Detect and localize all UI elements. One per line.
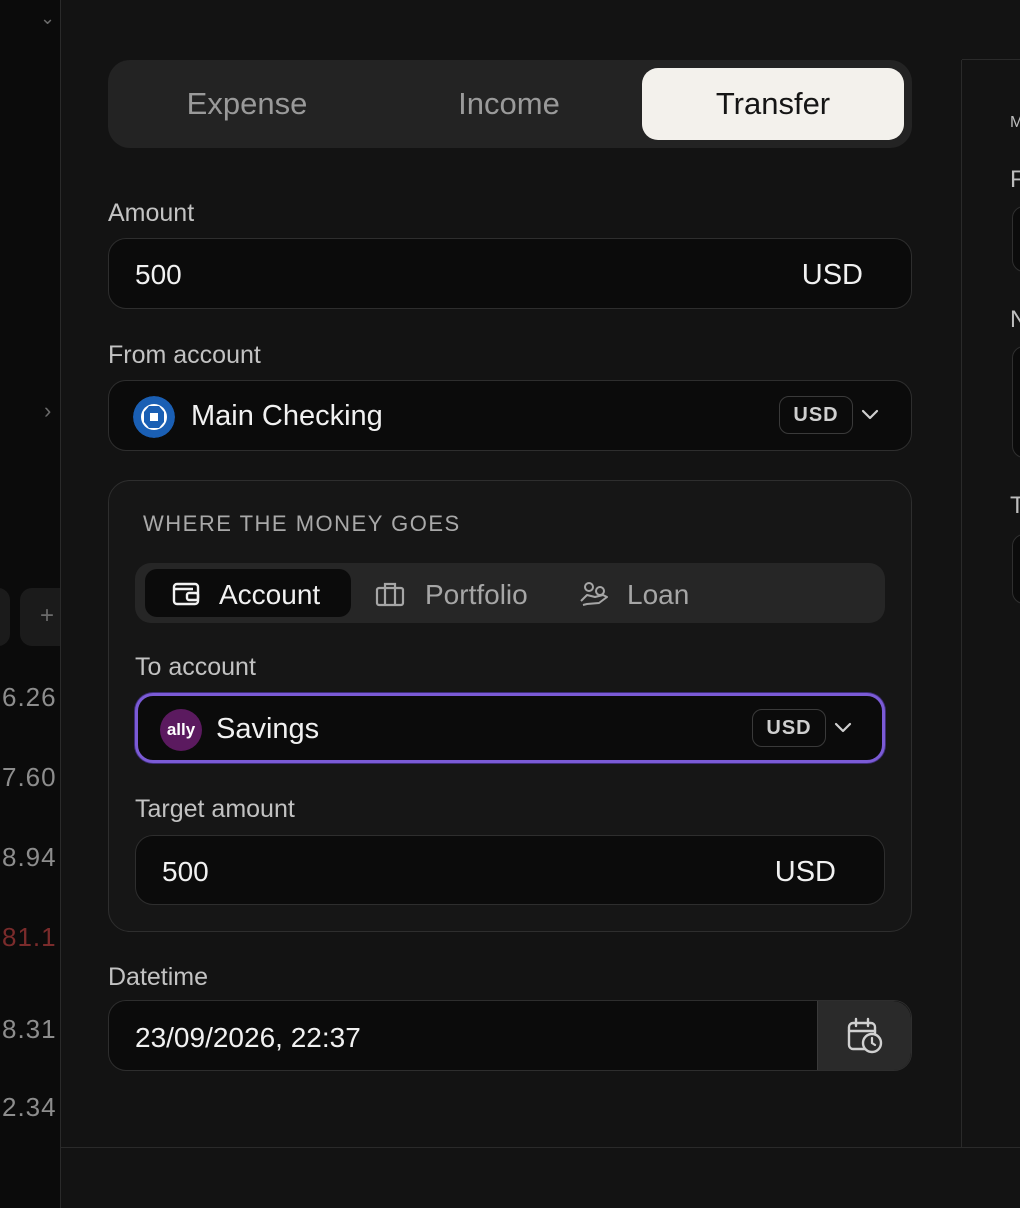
target-amount-currency: USD xyxy=(774,856,836,888)
target-amount-input[interactable]: 500 USD xyxy=(135,835,885,905)
to-account-name: Savings xyxy=(216,713,320,745)
tab-account[interactable]: Account xyxy=(145,569,351,617)
amount-currency: USD xyxy=(801,259,863,291)
datetime-value: 23/09/2026, 22:37 xyxy=(135,1022,361,1053)
amount-label: Amount xyxy=(108,199,195,227)
background-number: 8.94 xyxy=(2,842,57,872)
datetime-label: Datetime xyxy=(108,963,209,991)
tab-income[interactable]: Income xyxy=(378,68,640,140)
right-field[interactable] xyxy=(1012,346,1020,458)
destination-title: WHERE THE MONEY GOES xyxy=(143,511,461,536)
right-label: N xyxy=(1010,306,1020,333)
right-label: F xyxy=(1010,166,1020,193)
ally-bank-logo: ally xyxy=(160,709,202,751)
datetime-input[interactable]: 23/09/2026, 22:37 xyxy=(108,1000,912,1071)
tab-portfolio[interactable]: Portfolio xyxy=(361,569,557,617)
chevron-down-icon: ⌄ xyxy=(40,8,56,28)
amount-input[interactable]: 500 USD xyxy=(108,238,912,309)
to-account-select[interactable]: ally Savings USD xyxy=(135,693,885,763)
right-label: M xyxy=(1010,114,1020,131)
calendar-clock-icon xyxy=(847,1017,883,1054)
background-number: 7.60 xyxy=(2,762,57,792)
tab-account-label: Account xyxy=(219,579,321,610)
from-account-currency-badge: USD xyxy=(779,396,853,434)
transaction-type-tabs: Expense Income Transfer xyxy=(108,60,912,148)
right-column: M F N T xyxy=(962,0,1020,1147)
chevron-down-icon xyxy=(861,409,879,420)
from-account-select[interactable]: Main Checking USD xyxy=(108,380,912,451)
background-pill xyxy=(0,588,10,646)
destination-section: WHERE THE MONEY GOES Account Portfolio L… xyxy=(108,480,912,932)
right-label: T xyxy=(1010,492,1020,519)
chevron-right-icon: › xyxy=(44,398,52,423)
target-amount-value: 500 xyxy=(162,856,209,887)
tab-transfer[interactable]: Transfer xyxy=(642,68,904,140)
briefcase-icon xyxy=(375,582,405,607)
from-account-label: From account xyxy=(108,341,261,369)
chase-bank-logo-icon xyxy=(133,396,175,438)
amount-value: 500 xyxy=(135,259,182,290)
chevron-down-icon xyxy=(834,722,852,733)
right-field[interactable] xyxy=(1012,534,1020,604)
right-column-divider xyxy=(962,59,1020,60)
calendar-button[interactable] xyxy=(817,1001,911,1070)
target-amount-label: Target amount xyxy=(135,795,295,823)
right-field[interactable] xyxy=(1012,206,1020,272)
to-account-currency-badge: USD xyxy=(752,709,826,747)
wallet-icon xyxy=(172,582,200,606)
from-account-name: Main Checking xyxy=(191,400,383,432)
to-account-label: To account xyxy=(135,653,256,681)
destination-type-tabs: Account Portfolio Loan xyxy=(135,563,885,623)
background-number: 2.34 xyxy=(2,1092,57,1122)
background-number: 6.26 xyxy=(2,682,57,712)
tab-loan[interactable]: Loan xyxy=(567,569,727,617)
background-add-button: + xyxy=(20,588,60,646)
tab-expense[interactable]: Expense xyxy=(116,68,378,140)
background-number: 8.31 xyxy=(2,1014,57,1044)
tab-portfolio-label: Portfolio xyxy=(425,579,528,610)
hand-coins-icon xyxy=(580,582,608,606)
background-number: 81.1 xyxy=(2,922,57,952)
background-app: ⌄ › + 6.26 7.60 8.94 81.1 8.31 2.34 xyxy=(0,0,60,1208)
tab-loan-label: Loan xyxy=(627,579,690,610)
footer-divider xyxy=(61,1147,1020,1148)
